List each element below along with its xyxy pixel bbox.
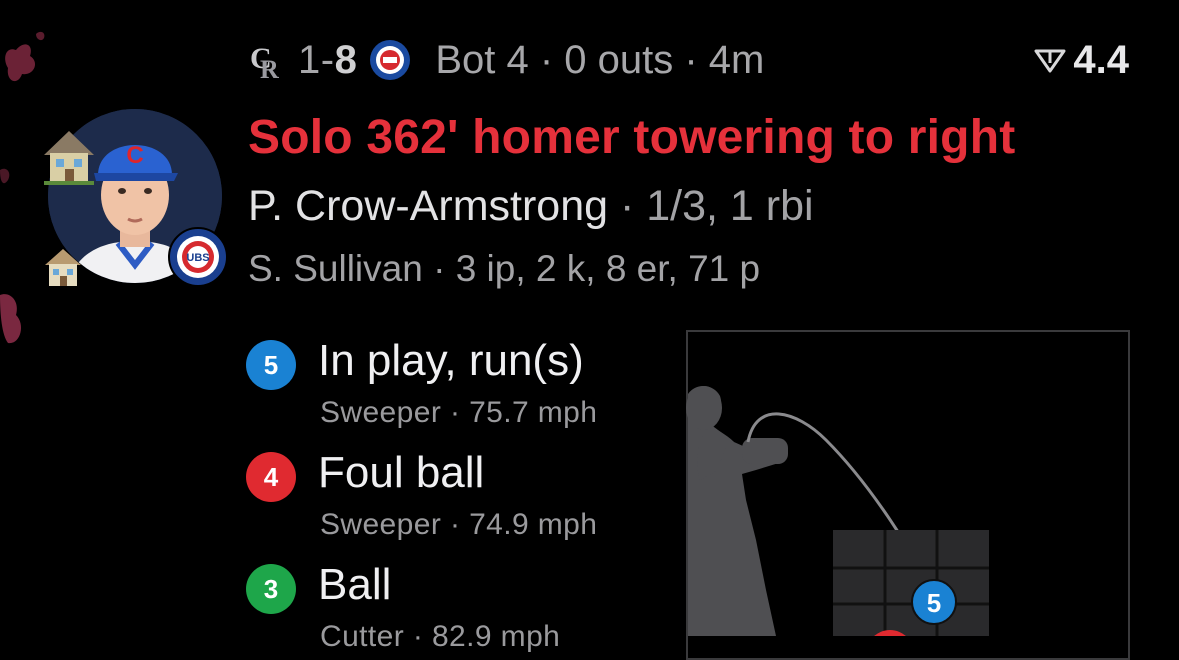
pitch-row[interactable]: 4 Foul ball Sweeper · 74.9 mph <box>246 448 666 548</box>
pitcher-line[interactable]: S. Sullivan · 3 ip, 2 k, 8 er, 71 p <box>248 248 760 290</box>
batter-separator: · <box>608 182 647 230</box>
flower-petal-decoration <box>0 168 10 184</box>
game-score-header[interactable]: C R 1-8 Bot 4 · 0 outs · 4m <box>248 34 764 86</box>
batter-stats: 1/3, 1 rbi <box>646 182 814 230</box>
pitch-result: In play, run(s) <box>318 336 584 385</box>
batter-name: P. Crow-Armstrong <box>248 182 609 230</box>
pitch-number-badge: 5 <box>246 340 296 390</box>
pitch-result: Foul ball <box>318 448 485 497</box>
home-score: 8 <box>334 37 358 82</box>
pitch-marker-label: 5 <box>927 588 941 618</box>
svg-text:R: R <box>260 55 279 82</box>
batter-silhouette <box>686 385 788 636</box>
pitch-marker-5: 5 <box>911 579 957 625</box>
pitch-detail: Sweeper · 74.9 mph <box>320 508 598 541</box>
home-run-house-icon <box>44 131 94 185</box>
home-run-house-icon <box>45 249 81 286</box>
rating-value: 4.4 <box>1073 37 1129 82</box>
away-score: 1 <box>298 37 321 82</box>
pitch-result: Ball <box>318 560 392 609</box>
svg-text:C: C <box>126 142 143 169</box>
flower-petal-decoration <box>0 294 22 344</box>
pitch-row[interactable]: 5 In play, run(s) Sweeper · 75.7 mph <box>246 336 666 436</box>
cubs-team-badge-icon: UBS <box>168 227 228 287</box>
strike-zone-grid <box>833 530 989 636</box>
rating-display: 4.4 <box>1033 34 1129 86</box>
score-separator: - <box>320 37 335 82</box>
flower-petal-decoration <box>5 31 45 82</box>
score-text: 1-8 <box>298 38 357 83</box>
pitch-detail: Cutter · 82.9 mph <box>320 620 561 653</box>
rating-triangle-icon <box>1034 49 1066 73</box>
play-headline[interactable]: Solo 362' homer towering to right <box>248 110 1015 165</box>
game-state-text: Bot 4 · 0 outs · 4m <box>435 37 765 82</box>
strike-zone-graphic: 5 <box>686 385 989 636</box>
cubs-logo-icon <box>370 40 411 80</box>
pitch-number-badge: 4 <box>246 452 296 502</box>
pitch-row[interactable]: 3 Ball Cutter · 82.9 mph <box>246 560 666 660</box>
pitch-number-badge: 3 <box>246 564 296 614</box>
pitch-detail: Sweeper · 75.7 mph <box>320 396 598 429</box>
svg-text:UBS: UBS <box>186 252 209 264</box>
batter-line[interactable]: P. Crow-Armstrong · 1/3, 1 rbi <box>248 182 814 231</box>
rockies-logo-icon: C R <box>250 42 279 82</box>
